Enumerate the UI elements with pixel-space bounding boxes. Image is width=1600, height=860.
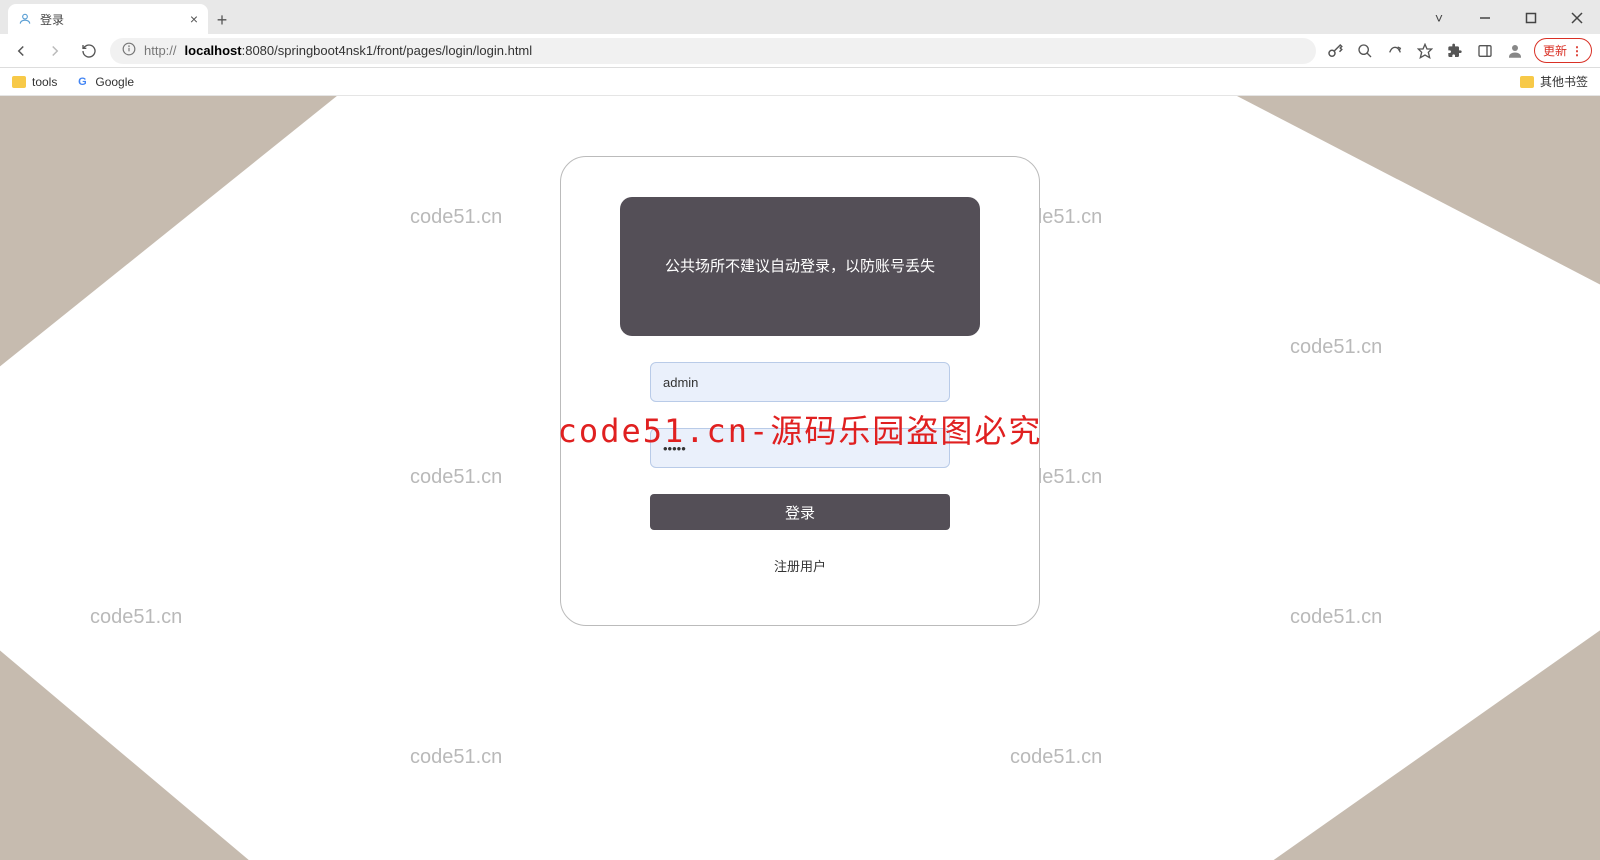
bookmark-google[interactable]: G Google	[75, 75, 134, 89]
window-dropdown-icon[interactable]: ˅	[1416, 2, 1462, 34]
page-viewport: code51.cn code51.cn code51.cn code51.cn …	[0, 96, 1600, 860]
update-button-label: 更新	[1543, 42, 1567, 59]
password-key-icon[interactable]	[1324, 40, 1346, 62]
toolbar-icons: 更新 ⋮	[1324, 38, 1592, 63]
new-tab-button[interactable]: +	[208, 6, 236, 34]
bg-shape	[0, 96, 387, 436]
address-bar: http:// localhost:8080/springboot4nsk1/f…	[0, 34, 1600, 68]
bookmark-label: tools	[32, 75, 57, 89]
nav-back-icon[interactable]	[8, 38, 34, 64]
bookmark-label: Google	[95, 75, 134, 89]
share-icon[interactable]	[1384, 40, 1406, 62]
tab-close-icon[interactable]: ×	[190, 11, 198, 27]
watermark: code51.cn	[410, 206, 502, 229]
bookmark-other[interactable]: 其他书签	[1520, 73, 1588, 90]
profile-avatar-icon[interactable]	[1504, 40, 1526, 62]
menu-dots-icon: ⋮	[1571, 44, 1583, 58]
register-link[interactable]: 注册用户	[774, 556, 826, 575]
login-submit-button[interactable]: 登录	[650, 494, 950, 530]
browser-tab[interactable]: 登录 ×	[8, 4, 208, 34]
google-icon: G	[75, 75, 89, 89]
bg-shape	[1160, 560, 1600, 860]
login-notice: 公共场所不建议自动登录，以防账号丢失	[620, 197, 980, 336]
watermark: code51.cn	[690, 96, 782, 99]
bookmark-star-icon[interactable]	[1414, 40, 1436, 62]
bg-shape	[0, 600, 320, 860]
site-info-icon[interactable]	[122, 42, 136, 59]
tab-favicon-icon	[18, 12, 32, 26]
url-host: localhost:8080/springboot4nsk1/front/pag…	[185, 43, 533, 58]
window-titlebar: 登录 × + ˅	[0, 0, 1600, 34]
window-controls: ˅	[1416, 2, 1600, 34]
watermark: code51.cn	[90, 606, 182, 629]
username-input[interactable]	[650, 362, 950, 402]
watermark: code51.cn	[1290, 606, 1382, 629]
update-button[interactable]: 更新 ⋮	[1534, 38, 1592, 63]
extensions-icon[interactable]	[1444, 40, 1466, 62]
tab-title: 登录	[40, 11, 64, 28]
login-card: 公共场所不建议自动登录，以防账号丢失 登录 注册用户	[560, 156, 1040, 626]
nav-reload-icon[interactable]	[76, 38, 102, 64]
url-protocol: http://	[144, 43, 177, 58]
bookmarks-bar: tools G Google 其他书签	[0, 68, 1600, 96]
bookmark-tools[interactable]: tools	[12, 75, 57, 89]
folder-icon	[12, 76, 26, 88]
watermark: code51.cn	[410, 746, 502, 769]
folder-icon	[1520, 76, 1534, 88]
bookmark-label: 其他书签	[1540, 73, 1588, 90]
window-maximize-icon[interactable]	[1508, 2, 1554, 34]
password-input[interactable]	[650, 428, 950, 468]
watermark: code51.cn	[410, 466, 502, 489]
side-panel-icon[interactable]	[1474, 40, 1496, 62]
window-minimize-icon[interactable]	[1462, 2, 1508, 34]
nav-forward-icon[interactable]	[42, 38, 68, 64]
url-input[interactable]: http:// localhost:8080/springboot4nsk1/f…	[110, 38, 1316, 64]
watermark: code51.cn	[1010, 746, 1102, 769]
window-close-icon[interactable]	[1554, 2, 1600, 34]
zoom-icon[interactable]	[1354, 40, 1376, 62]
bg-shape	[1160, 96, 1600, 326]
watermark: code51.cn	[1290, 336, 1382, 359]
